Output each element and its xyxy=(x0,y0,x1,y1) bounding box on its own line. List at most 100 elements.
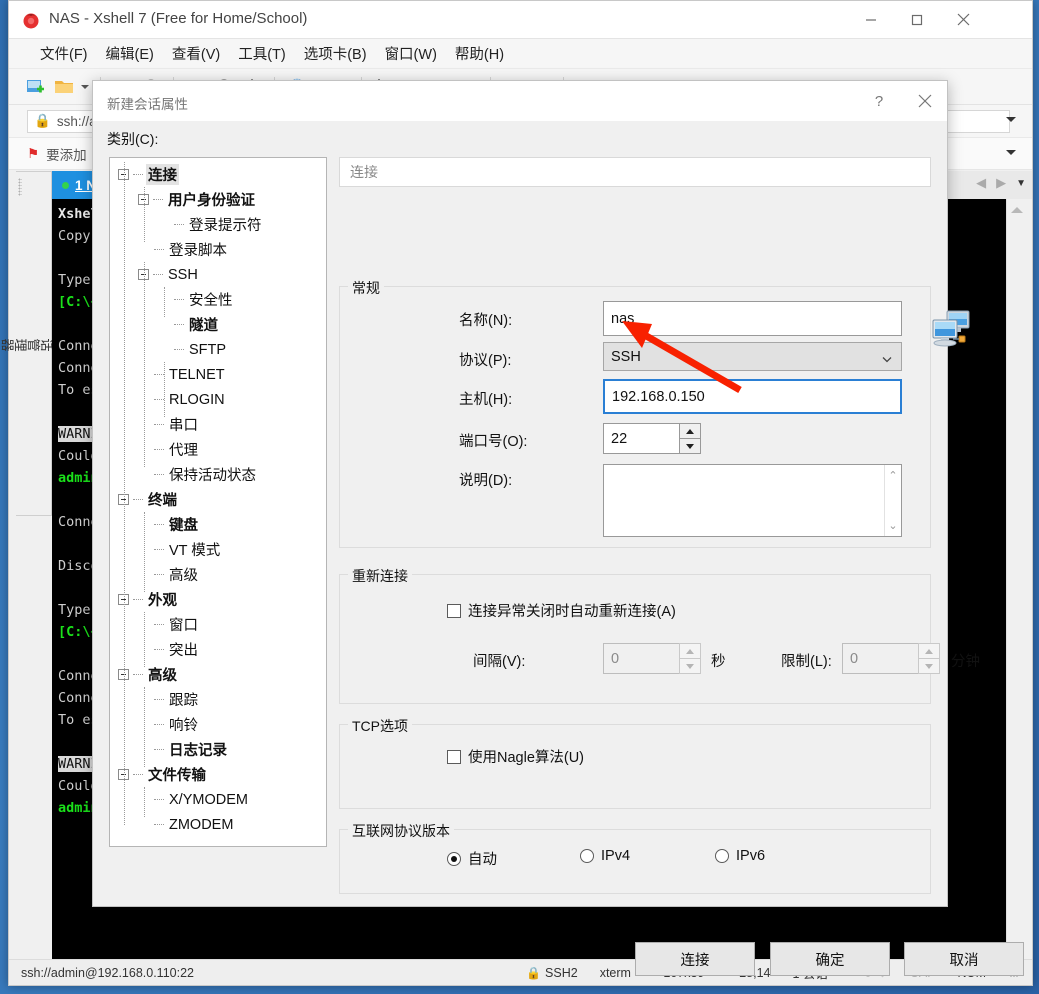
open-folder-icon[interactable] xyxy=(53,76,75,98)
bookmark-dropdown-icon[interactable] xyxy=(1006,150,1016,155)
menu-file[interactable]: 文件(F) xyxy=(31,40,97,67)
tree-guide-line xyxy=(144,512,145,592)
dialog-title: 新建会话属性 xyxy=(107,97,188,112)
chevron-down-icon[interactable]: ⌄ xyxy=(888,519,897,532)
menu-help[interactable]: 帮助(H) xyxy=(446,40,513,67)
tree-item[interactable]: 文件传输 xyxy=(110,762,326,787)
protocol-select[interactable]: SSH xyxy=(603,342,902,371)
tree-item[interactable]: 跟踪 xyxy=(110,687,326,712)
scroll-up-icon[interactable] xyxy=(1010,207,1023,213)
tree-connector xyxy=(154,799,164,800)
cancel-button[interactable]: 取消 xyxy=(904,942,1024,976)
tree-connector xyxy=(174,299,184,300)
radio-ipv6[interactable]: IPv6 xyxy=(715,848,765,864)
host-input[interactable]: 192.168.0.150 xyxy=(603,379,902,414)
nagle-checkbox[interactable]: 使用Nagle算法(U) xyxy=(447,746,584,767)
tree-item[interactable]: 登录提示符 xyxy=(110,212,326,237)
tree-item[interactable]: 代理 xyxy=(110,437,326,462)
tree-item[interactable]: SFTP xyxy=(110,337,326,362)
description-scrollbar[interactable]: ⌃ ⌄ xyxy=(884,465,901,536)
tree-item[interactable]: 窗口 xyxy=(110,612,326,637)
ok-button[interactable]: 确定 xyxy=(770,942,890,976)
tree-item[interactable]: 键盘 xyxy=(110,512,326,537)
new-session-icon[interactable] xyxy=(25,76,47,98)
interval-input[interactable]: 0 xyxy=(603,643,679,674)
open-folder-dropdown-icon[interactable] xyxy=(81,77,89,97)
tab-next-icon[interactable]: ▶ xyxy=(996,175,1006,191)
tree-item-label: 响铃 xyxy=(169,718,198,734)
checkbox-icon[interactable] xyxy=(447,749,461,764)
tree-item[interactable]: 终端 xyxy=(110,487,326,512)
tree-item[interactable]: 突出 xyxy=(110,637,326,662)
tree-item[interactable]: 用户身份验证 xyxy=(110,187,326,212)
limit-stepper[interactable]: 0 xyxy=(842,643,940,674)
port-increment-icon[interactable] xyxy=(679,423,701,439)
address-dropdown-icon[interactable] xyxy=(1006,117,1016,122)
chevron-up-icon[interactable]: ⌃ xyxy=(888,469,897,482)
tcp-options-groupbox: TCP选项 xyxy=(339,716,931,809)
tab-list-icon[interactable]: ▼ xyxy=(1016,178,1026,189)
tree-item[interactable]: RLOGIN xyxy=(110,387,326,412)
tree-item[interactable]: 登录脚本 xyxy=(110,237,326,262)
tree-connector xyxy=(133,674,143,675)
interval-increment-icon[interactable] xyxy=(679,643,701,659)
tree-connector xyxy=(154,449,164,450)
radio-ipv4[interactable]: IPv4 xyxy=(580,848,630,864)
terminal-scrollbar[interactable] xyxy=(1006,199,1026,959)
tab-prev-icon[interactable]: ◀ xyxy=(976,175,986,191)
dialog-close-button[interactable] xyxy=(903,81,947,121)
radio-icon[interactable] xyxy=(715,849,729,863)
tree-item[interactable]: 安全性 xyxy=(110,287,326,312)
tree-item[interactable]: SSH xyxy=(110,262,326,287)
port-input[interactable]: 22 xyxy=(603,423,679,454)
tree-item[interactable]: 隧道 xyxy=(110,312,326,337)
limit-increment-icon[interactable] xyxy=(918,643,940,659)
session-manager-panel[interactable]: 会话管理器 xyxy=(1,171,66,516)
radio-icon[interactable] xyxy=(447,851,461,866)
tree-item[interactable]: 保持活动状态 xyxy=(110,462,326,487)
menu-window[interactable]: 窗口(W) xyxy=(376,40,446,67)
interval-stepper[interactable]: 0 xyxy=(603,643,701,674)
radio-auto[interactable]: 自动 xyxy=(447,848,497,869)
panel-grip-icon[interactable] xyxy=(18,178,22,196)
tree-connector xyxy=(154,524,164,525)
menu-view[interactable]: 查看(V) xyxy=(163,40,229,67)
menu-tabs[interactable]: 选项卡(B) xyxy=(295,40,376,67)
description-textarea[interactable]: ⌃ ⌄ xyxy=(603,464,902,537)
interval-decrement-icon[interactable] xyxy=(679,659,701,674)
maximize-button[interactable] xyxy=(894,1,940,38)
tree-item[interactable]: VT 模式 xyxy=(110,537,326,562)
connect-button[interactable]: 连接 xyxy=(635,942,755,976)
name-input[interactable]: nas xyxy=(603,301,902,336)
menu-edit[interactable]: 编辑(E) xyxy=(97,40,163,67)
close-button[interactable] xyxy=(940,1,986,38)
category-tree[interactable]: 连接 用户身份验证 登录提示符 登录脚本 SSH 安全性 隧道 SFTP TELNET RLOGI… xyxy=(109,157,327,847)
port-stepper[interactable]: 22 xyxy=(603,423,701,454)
port-decrement-icon[interactable] xyxy=(679,439,701,454)
status-terminal-type[interactable]: xterm xyxy=(600,966,631,980)
auto-reconnect-checkbox[interactable]: 连接异常关闭时自动重新连接(A) xyxy=(447,600,676,621)
tree-item[interactable]: 日志记录 xyxy=(110,737,326,762)
tree-item[interactable]: TELNET xyxy=(110,362,326,387)
tree-item[interactable]: 响铃 xyxy=(110,712,326,737)
status-security[interactable]: 🔒 SSH2 xyxy=(526,966,578,980)
limit-input[interactable]: 0 xyxy=(842,643,918,674)
dialog-help-button[interactable]: ? xyxy=(857,81,901,121)
tree-item[interactable]: 连接 xyxy=(110,162,326,187)
tree-item[interactable]: X/YMODEM xyxy=(110,787,326,812)
tree-item[interactable]: 串口 xyxy=(110,412,326,437)
host-input-value: 192.168.0.150 xyxy=(612,388,705,405)
tree-item[interactable]: 高级 xyxy=(110,562,326,587)
tree-item[interactable]: 高级 xyxy=(110,662,326,687)
checkbox-icon[interactable] xyxy=(447,603,461,618)
tree-item-label: SFTP xyxy=(189,341,227,358)
tree-item[interactable]: ZMODEM xyxy=(110,812,326,837)
tree-guide-line xyxy=(164,287,165,317)
name-input-value: nas xyxy=(611,310,635,327)
radio-icon[interactable] xyxy=(580,849,594,863)
address-value: ssh://a xyxy=(56,113,97,129)
menu-tools[interactable]: 工具(T) xyxy=(229,40,295,67)
tree-item[interactable]: 外观 xyxy=(110,587,326,612)
minimize-button[interactable] xyxy=(848,1,894,38)
limit-decrement-icon[interactable] xyxy=(918,659,940,674)
